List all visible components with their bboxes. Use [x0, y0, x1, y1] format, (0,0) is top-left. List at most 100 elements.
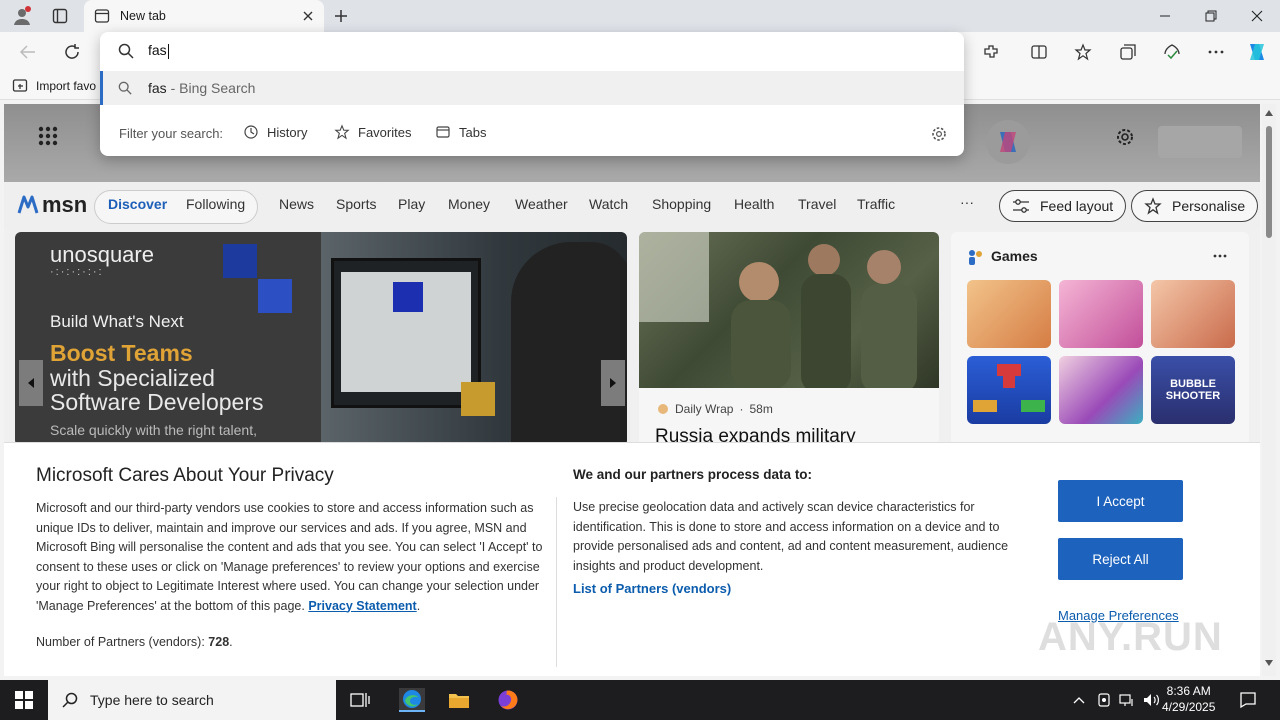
msn-butterfly-icon: [17, 195, 39, 214]
filter-tabs[interactable]: Tabs: [435, 124, 486, 140]
import-icon: [12, 79, 28, 92]
extensions-icon[interactable]: [979, 40, 1003, 64]
nav-weather[interactable]: Weather: [515, 196, 568, 212]
nav-money[interactable]: Money: [448, 196, 490, 212]
search-settings-gear-icon[interactable]: [930, 125, 948, 143]
tab-new-tab[interactable]: New tab: [84, 0, 324, 32]
hero-carousel[interactable]: unosquare ·:·:·:·:·: Build What's Next B…: [15, 232, 627, 446]
personalise-label: Personalise: [1172, 198, 1246, 214]
feed-layout-label: Feed layout: [1040, 198, 1114, 214]
taskbar-clock[interactable]: 8:36 AM 4/29/2025: [1162, 683, 1215, 715]
search-suggestion[interactable]: fas - Bing Search: [100, 71, 964, 105]
close-window-button[interactable]: [1234, 0, 1280, 32]
game-tile-4[interactable]: [967, 356, 1051, 424]
refresh-icon[interactable]: [60, 40, 84, 64]
settings-gear-icon[interactable]: [1114, 126, 1136, 153]
nav-traffic[interactable]: Traffic: [857, 196, 895, 212]
nav-more[interactable]: ···: [960, 194, 974, 210]
page-scrollbar[interactable]: [1262, 104, 1276, 676]
tabs-icon: [436, 126, 450, 138]
nav-following[interactable]: Following: [186, 196, 245, 212]
apps-grid-icon[interactable]: [38, 126, 58, 151]
msn-logo[interactable]: msn: [16, 192, 87, 218]
copilot-icon[interactable]: [1245, 40, 1269, 64]
game-tile-1[interactable]: [967, 280, 1051, 348]
close-icon[interactable]: [302, 10, 314, 22]
nav-watch[interactable]: Watch: [589, 196, 628, 212]
show-hidden-icons-icon[interactable]: [1067, 688, 1091, 712]
edge-taskbar-icon[interactable]: [399, 688, 425, 712]
game-tile-5[interactable]: [1059, 356, 1143, 424]
privacy-title: Microsoft Cares About Your Privacy: [36, 465, 334, 486]
carousel-next-button[interactable]: [601, 360, 625, 406]
news-meta: Daily Wrap · 58m: [657, 402, 773, 416]
nav-discover[interactable]: Discover: [108, 196, 167, 212]
notifications-icon[interactable]: [1236, 688, 1260, 712]
nav-news[interactable]: News: [279, 196, 314, 212]
volume-icon[interactable]: [1139, 688, 1163, 712]
games-icon: [969, 250, 982, 265]
nav-sports[interactable]: Sports: [336, 196, 376, 212]
accept-button[interactable]: I Accept: [1058, 480, 1183, 522]
collections-icon[interactable]: [1116, 40, 1140, 64]
nav-shopping[interactable]: Shopping: [652, 196, 711, 212]
search-filter-row: Filter your search: History Favorites Ta…: [100, 114, 964, 152]
sign-in-button[interactable]: [1158, 126, 1242, 158]
nav-travel[interactable]: Travel: [798, 196, 836, 212]
scroll-down-icon[interactable]: [1265, 660, 1273, 666]
back-arrow-icon[interactable]: [16, 40, 40, 64]
hero-line-1: Build What's Next: [50, 312, 184, 331]
taskbar-search-box[interactable]: Type here to search: [48, 680, 336, 720]
news-photo: [639, 232, 939, 394]
address-bar-input[interactable]: fas: [148, 42, 169, 59]
more-options-icon[interactable]: [1204, 40, 1228, 64]
game-tile-3[interactable]: [1151, 280, 1235, 348]
task-view-icon[interactable]: [348, 688, 372, 712]
nav-play[interactable]: Play: [398, 196, 425, 212]
partners-list-link[interactable]: List of Partners (vendors): [573, 581, 731, 596]
hero-square-1: [223, 244, 257, 278]
chevron-left-icon: [28, 378, 34, 388]
suggestion-search-icon: [118, 81, 132, 95]
suggestion-query: fas: [148, 80, 167, 96]
favorites-star-icon[interactable]: [1071, 40, 1095, 64]
personalise-button[interactable]: Personalise: [1131, 190, 1259, 222]
scroll-thumb[interactable]: [1266, 126, 1272, 238]
windows-start-icon[interactable]: [12, 688, 36, 712]
game-tile-2[interactable]: [1059, 280, 1143, 348]
reject-all-button[interactable]: Reject All: [1058, 538, 1183, 580]
tray-device-icon[interactable]: [1092, 688, 1116, 712]
address-bar-text: fas: [148, 42, 167, 58]
network-icon[interactable]: [1115, 688, 1139, 712]
profile-icon[interactable]: [10, 4, 34, 28]
scroll-up-icon[interactable]: [1265, 110, 1273, 116]
filter-history-label: History: [267, 124, 308, 140]
tab-actions-icon[interactable]: [48, 4, 72, 28]
copilot-button[interactable]: [986, 120, 1030, 164]
nav-health[interactable]: Health: [734, 196, 774, 212]
hero-line-4: Software Developers: [50, 389, 264, 415]
firefox-icon[interactable]: [496, 688, 520, 712]
restore-button[interactable]: [1188, 0, 1234, 32]
personalise-star-icon: [1144, 197, 1162, 215]
new-tab-icon[interactable]: [329, 4, 353, 28]
suggestion-source: - Bing Search: [166, 80, 256, 96]
carousel-prev-button[interactable]: [19, 360, 43, 406]
feed-layout-button[interactable]: Feed layout: [999, 190, 1127, 222]
split-screen-icon[interactable]: [1027, 40, 1051, 64]
games-more-icon[interactable]: [1213, 254, 1227, 258]
minimize-button[interactable]: [1142, 0, 1188, 32]
browser-essentials-icon[interactable]: [1160, 40, 1184, 64]
games-title: Games: [991, 248, 1038, 264]
game-tile-6[interactable]: BUBBLE SHOOTER: [1151, 356, 1235, 424]
filter-history[interactable]: History: [243, 124, 307, 140]
privacy-statement-link[interactable]: Privacy Statement: [308, 599, 416, 613]
hero-line-2: Boost Teams: [50, 340, 193, 366]
news-card[interactable]: Daily Wrap · 58m Russia expands military: [639, 232, 939, 446]
hero-ad-text-panel: unosquare ·:·:·:·:·: Build What's Next B…: [15, 232, 321, 446]
hero-ad-photo: [321, 232, 627, 446]
file-explorer-icon[interactable]: [447, 688, 471, 712]
tab-title: New tab: [120, 9, 166, 23]
filter-favorites[interactable]: Favorites: [334, 124, 411, 140]
import-favorites-button[interactable]: Import favo: [12, 78, 96, 94]
